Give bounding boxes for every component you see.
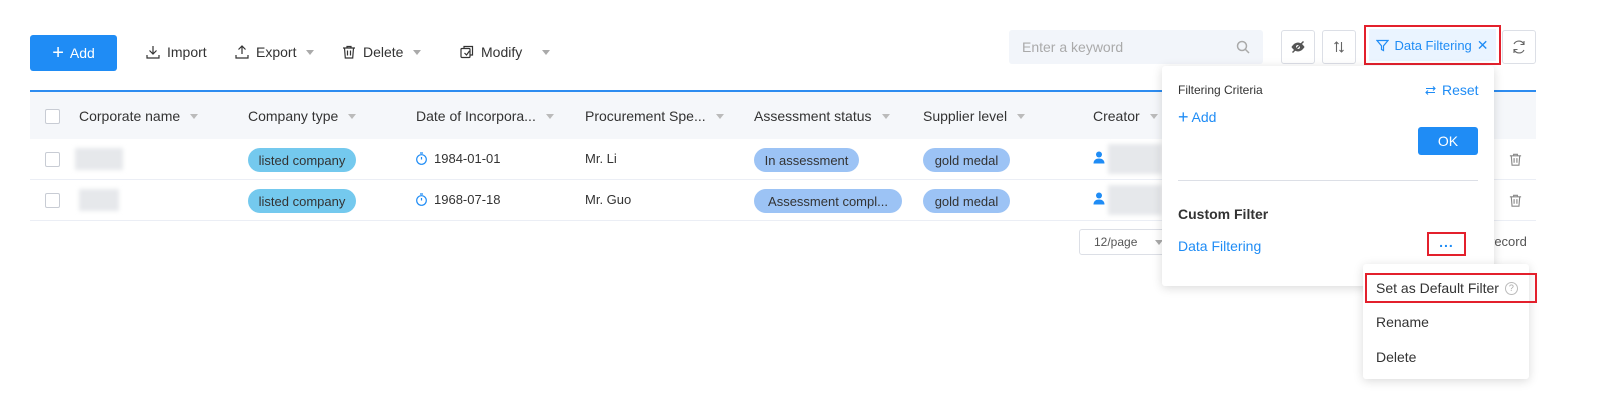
modify-icon (460, 45, 474, 59)
page-size-select[interactable]: 12/page (1079, 229, 1169, 255)
chevron-down-icon (306, 49, 315, 55)
data-filtering-label: Data Filtering (1394, 37, 1472, 53)
column-header[interactable]: Corporate name (79, 108, 199, 124)
chevron-down-icon (1149, 113, 1158, 119)
filter-icon (1376, 39, 1390, 51)
trash-icon[interactable] (1508, 152, 1523, 167)
ellipsis-icon: ... (1439, 234, 1454, 250)
import-icon (146, 46, 160, 59)
modify-label: Modify (481, 44, 523, 60)
delete-button[interactable]: Delete (341, 44, 422, 60)
export-label: Export (256, 44, 297, 60)
column-header[interactable]: Company type (248, 108, 357, 124)
company-type-tag: listed company (248, 148, 356, 172)
toolbar: + Add (30, 35, 117, 71)
search-placeholder: Enter a keyword (1022, 39, 1124, 55)
close-icon[interactable]: ✕ (1477, 37, 1489, 54)
sort-icon (1334, 41, 1344, 53)
import-label: Import (167, 44, 207, 60)
export-icon (235, 45, 249, 59)
reset-button[interactable]: Reset (1424, 82, 1479, 98)
assessment-tag: Assessment compl... (754, 189, 902, 213)
sort-button[interactable] (1322, 30, 1356, 64)
trash-icon (343, 45, 355, 59)
chevron-down-icon (545, 113, 554, 119)
hide-columns-button[interactable] (1281, 30, 1315, 64)
assessment-tag: In assessment (754, 148, 859, 172)
delete-item[interactable]: Delete (1376, 349, 1416, 365)
more-options-button[interactable]: ... (1427, 232, 1466, 256)
eye-off-icon (1291, 41, 1305, 53)
column-header[interactable]: Date of Incorpora... (416, 108, 554, 124)
add-button[interactable]: + Add (30, 35, 117, 71)
add-criteria-button[interactable]: + Add (1178, 108, 1216, 126)
column-header[interactable]: Assessment status (754, 108, 890, 124)
import-button[interactable]: Import (145, 44, 207, 60)
chevron-down-icon (542, 49, 551, 55)
modify-button[interactable]: Modify (459, 44, 551, 60)
chevron-down-icon (715, 113, 724, 119)
filter-panel: Filtering Criteria Reset + Add OK Custom… (1162, 66, 1494, 286)
search-icon (1236, 40, 1250, 54)
chevron-down-icon (413, 49, 422, 55)
set-default-filter-item[interactable]: Set as Default Filter ? (1365, 273, 1537, 303)
rename-item[interactable]: Rename (1376, 314, 1429, 330)
ok-button[interactable]: OK (1418, 127, 1478, 155)
reset-icon (1425, 85, 1436, 95)
redacted-corporate-name (75, 148, 123, 170)
divider (1178, 180, 1478, 181)
level-tag: gold medal (923, 189, 1010, 213)
redacted-corporate-name (79, 189, 119, 211)
stopwatch-icon (416, 193, 427, 206)
redacted-creator (1108, 185, 1162, 215)
user-icon (1093, 192, 1105, 205)
search-input[interactable]: Enter a keyword (1009, 30, 1263, 64)
plus-icon: + (1178, 107, 1189, 127)
record-count: record (1490, 234, 1527, 249)
help-icon: ? (1504, 281, 1518, 295)
procurement-cell: Mr. Guo (585, 192, 632, 207)
column-header[interactable]: Supplier level (923, 108, 1026, 124)
date-cell: 1968-07-18 (415, 192, 501, 207)
redacted-creator (1108, 144, 1162, 174)
refresh-button[interactable] (1502, 30, 1536, 64)
chevron-down-icon (348, 113, 357, 119)
row-checkbox[interactable] (45, 152, 60, 167)
chevron-down-icon (190, 113, 199, 119)
chevron-down-icon (1017, 113, 1026, 119)
stopwatch-icon (416, 152, 427, 165)
add-button-label: Add (69, 45, 95, 61)
export-button[interactable]: Export (234, 44, 315, 60)
plus-icon: + (52, 42, 64, 64)
trash-icon[interactable] (1508, 193, 1523, 208)
refresh-icon (1513, 40, 1525, 54)
saved-filter-item[interactable]: Data Filtering (1178, 238, 1261, 254)
filter-context-menu: Set as Default Filter ? Rename Delete (1363, 264, 1537, 379)
company-type-tag: listed company (248, 189, 356, 213)
level-tag: gold medal (923, 148, 1010, 172)
date-cell: 1984-01-01 (415, 151, 501, 166)
delete-label: Delete (363, 44, 404, 60)
custom-filter-title: Custom Filter (1178, 206, 1269, 222)
filtering-criteria-title: Filtering Criteria (1178, 83, 1263, 97)
select-all-checkbox[interactable] (45, 109, 60, 124)
page-size-value: 12/page (1094, 235, 1138, 249)
procurement-cell: Mr. Li (585, 151, 617, 166)
column-header[interactable]: Procurement Spe... (585, 108, 724, 124)
row-checkbox[interactable] (45, 193, 60, 208)
user-icon (1093, 151, 1105, 164)
chevron-down-icon (881, 113, 890, 119)
column-header[interactable]: Creator (1093, 108, 1158, 124)
data-filtering-button[interactable]: Data Filtering ✕ (1364, 25, 1501, 65)
